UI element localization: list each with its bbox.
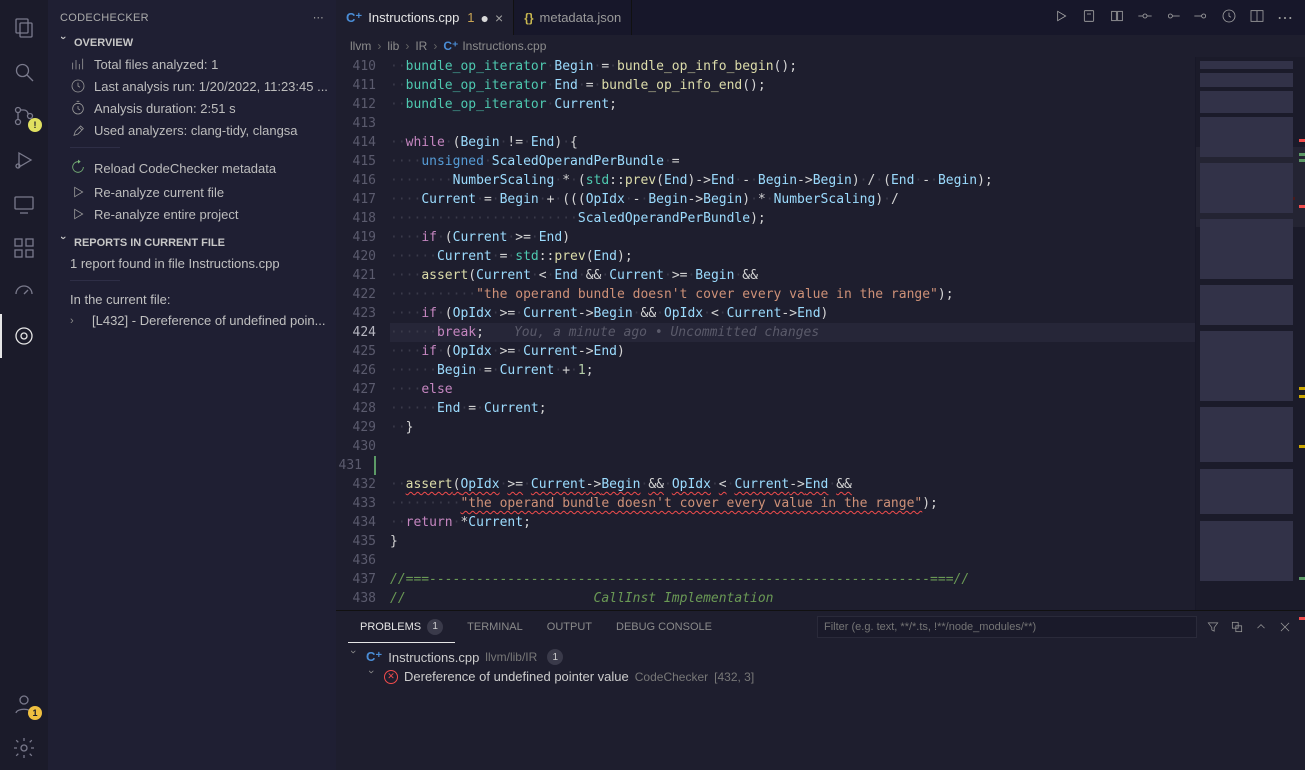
problems-item-row[interactable]: › ✕ Dereference of undefined pointer val… <box>346 667 1295 686</box>
reports-subhead: In the current file: <box>48 289 336 310</box>
cpp-file-icon: C⁺ <box>366 649 382 665</box>
search-icon[interactable] <box>0 50 48 94</box>
problems-file-name: Instructions.cpp <box>388 650 479 665</box>
cpp-file-icon: C⁺ <box>346 10 362 26</box>
reports-summary: 1 report found in file Instructions.cpp <box>48 253 336 274</box>
side-panel-title-text: CODECHECKER <box>60 12 149 24</box>
problems-item-loc: [432, 3] <box>714 670 754 684</box>
editor-tabs: C⁺ Instructions.cpp 1 ● × {} metadata.js… <box>336 0 1305 35</box>
run-icon[interactable] <box>1053 8 1069 27</box>
tab-modified-dot: ● <box>481 10 489 26</box>
tab-label: metadata.json <box>540 10 622 25</box>
overview-section: ›Overview Total files analyzed: 1 Last a… <box>48 35 336 235</box>
breadcrumb-item[interactable]: llvm <box>350 39 371 53</box>
panel-tab-terminal[interactable]: Terminal <box>455 611 535 643</box>
tab-label: Instructions.cpp <box>368 10 459 25</box>
problems-filter-input[interactable] <box>817 616 1197 638</box>
reports-section: ›Reports in current file 1 report found … <box>48 235 336 341</box>
dashboard-icon[interactable] <box>0 270 48 314</box>
problems-item-text: Dereference of undefined pointer value <box>404 669 629 684</box>
breadcrumbs[interactable]: llvm› lib› IR› C⁺ Instructions.cpp <box>336 35 1305 57</box>
explorer-icon[interactable] <box>0 6 48 50</box>
overview-item: Last analysis run: 1/20/2022, 11:23:45 .… <box>48 75 336 97</box>
accounts-badge: 1 <box>28 706 42 720</box>
filter-icon[interactable] <box>1205 619 1221 635</box>
editor-group: C⁺ Instructions.cpp 1 ● × {} metadata.js… <box>336 0 1305 770</box>
line-gutter: 4104114124134144154164174184194204214224… <box>336 57 390 610</box>
code-editor[interactable]: 4104114124134144154164174184194204214224… <box>336 57 1305 610</box>
split-editor-icon[interactable] <box>1249 8 1265 27</box>
panel-tab-output[interactable]: Output <box>535 611 604 643</box>
compare-icon[interactable] <box>1109 8 1125 27</box>
overview-item: Used analyzers: clang-tidy, clangsa <box>48 119 336 141</box>
cpp-file-icon: C⁺ <box>443 39 458 53</box>
panel-tab-problems[interactable]: Problems1 <box>348 611 455 643</box>
more-icon[interactable]: ⋯ <box>1277 8 1293 28</box>
panel-tabs: Problems1 Terminal Output Debug Console <box>336 611 1305 643</box>
problems-file-count: 1 <box>547 649 563 665</box>
problems-item-source: CodeChecker <box>635 670 708 684</box>
extensions-icon[interactable] <box>0 226 48 270</box>
breadcrumb-item[interactable]: Instructions.cpp <box>462 39 546 53</box>
settings-gear-icon[interactable] <box>0 726 48 770</box>
tab-instructions-cpp[interactable]: C⁺ Instructions.cpp 1 ● × <box>336 0 514 35</box>
side-panel-title: CODECHECKER ⋯ <box>48 0 336 35</box>
panel-toggle-icon[interactable] <box>1253 619 1269 635</box>
workbench-root: ! 1 CODECHECKER ⋯ ›Overview Total files … <box>0 0 1305 770</box>
editor-actions: ⋯ <box>1041 0 1305 35</box>
run-debug-icon[interactable] <box>0 138 48 182</box>
overview-item: Analysis duration: 2:51 s <box>48 97 336 119</box>
overview-item: Total files analyzed: 1 <box>48 53 336 75</box>
overview-action-reanalyze-file[interactable]: Re-analyze current file <box>48 181 336 203</box>
problems-list: › C⁺ Instructions.cpp llvm/lib/IR 1 › ✕ … <box>336 643 1305 770</box>
source-control-icon[interactable]: ! <box>0 94 48 138</box>
minimap[interactable] <box>1195 57 1305 610</box>
overview-header[interactable]: ›Overview <box>48 35 336 51</box>
tab-dirty-count: 1 <box>467 10 474 25</box>
codechecker-icon[interactable] <box>0 314 48 358</box>
next-change-icon[interactable] <box>1193 8 1209 27</box>
activity-bar: ! 1 <box>0 0 48 770</box>
error-icon: ✕ <box>384 670 398 684</box>
remote-icon[interactable] <box>0 182 48 226</box>
side-panel: CODECHECKER ⋯ ›Overview Total files anal… <box>48 0 336 770</box>
problems-count-badge: 1 <box>427 619 443 635</box>
accounts-icon[interactable]: 1 <box>0 682 48 726</box>
history-icon[interactable] <box>1221 8 1237 27</box>
reports-item[interactable]: ›[L432] - Dereference of undefined poin.… <box>48 310 336 331</box>
side-panel-more-icon[interactable]: ⋯ <box>313 11 324 24</box>
panel-close-icon[interactable] <box>1277 619 1293 635</box>
json-file-icon: {} <box>524 11 533 25</box>
overview-action-reload[interactable]: Reload CodeChecker metadata <box>48 156 336 181</box>
tab-metadata-json[interactable]: {} metadata.json <box>514 0 632 35</box>
prev-change-icon[interactable] <box>1165 8 1181 27</box>
overview-action-reanalyze-project[interactable]: Re-analyze entire project <box>48 203 336 225</box>
bottom-panel: Problems1 Terminal Output Debug Console … <box>336 610 1305 770</box>
code-content[interactable]: ··bundle_op_iterator·Begin·=·bundle_op_i… <box>390 57 1195 610</box>
commit-icon[interactable] <box>1137 8 1153 27</box>
tab-close-icon[interactable]: × <box>495 10 503 26</box>
breadcrumb-item[interactable]: IR <box>415 39 427 53</box>
scm-badge: ! <box>28 118 42 132</box>
problems-file-path: llvm/lib/IR <box>485 650 537 664</box>
panel-tab-debug[interactable]: Debug Console <box>604 611 724 643</box>
collapse-all-icon[interactable] <box>1229 619 1245 635</box>
reports-header[interactable]: ›Reports in current file <box>48 235 336 251</box>
breadcrumb-item[interactable]: lib <box>387 39 399 53</box>
problems-file-row[interactable]: › C⁺ Instructions.cpp llvm/lib/IR 1 <box>346 647 1295 667</box>
nav-icon[interactable] <box>1081 8 1097 27</box>
